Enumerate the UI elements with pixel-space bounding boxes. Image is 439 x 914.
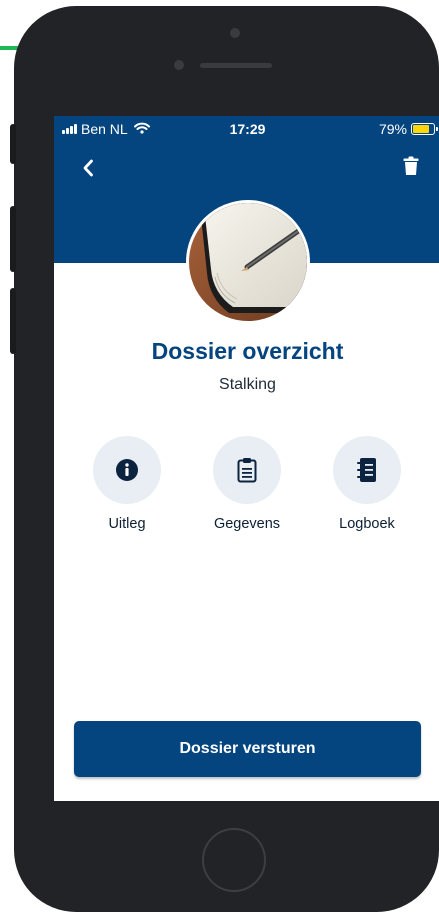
send-dossier-button[interactable]: Dossier versturen bbox=[74, 721, 421, 777]
delete-button[interactable] bbox=[401, 154, 421, 178]
battery-group: 79% bbox=[378, 121, 438, 137]
dossier-avatar bbox=[186, 200, 310, 324]
volume-up-button bbox=[10, 206, 16, 272]
home-button[interactable] bbox=[202, 828, 266, 892]
dossier-type: Stalking bbox=[219, 376, 276, 393]
front-camera bbox=[230, 28, 240, 38]
uitleg-button[interactable]: Uitleg bbox=[67, 436, 187, 532]
earpiece-speaker bbox=[200, 63, 272, 68]
volume-down-button bbox=[10, 288, 16, 354]
battery-percentage: 79% bbox=[378, 121, 407, 137]
logboek-icon-circle bbox=[333, 436, 401, 504]
notebook-icon bbox=[357, 458, 376, 482]
phone-frame: Ben NL 17:29 79% Dossier overzicht Stalk… bbox=[10, 6, 439, 912]
trash-icon bbox=[403, 156, 419, 175]
proximity-sensor bbox=[174, 60, 184, 70]
gegevens-button[interactable]: Gegevens bbox=[187, 436, 307, 532]
logboek-label: Logboek bbox=[339, 516, 395, 532]
info-icon bbox=[116, 459, 138, 481]
app-screen: Ben NL 17:29 79% Dossier overzicht Stalk… bbox=[54, 116, 439, 801]
uitleg-icon-circle bbox=[93, 436, 161, 504]
uitleg-label: Uitleg bbox=[108, 516, 146, 532]
notebook-pencil-image bbox=[189, 203, 307, 321]
logboek-button[interactable]: Logboek bbox=[307, 436, 427, 532]
page-title: Dossier overzicht bbox=[151, 338, 344, 364]
gegevens-icon-circle bbox=[213, 436, 281, 504]
clipboard-icon bbox=[237, 458, 257, 483]
status-bar: Ben NL 17:29 79% bbox=[54, 116, 439, 142]
back-button[interactable] bbox=[78, 156, 98, 180]
gegevens-label: Gegevens bbox=[213, 516, 281, 532]
chevron-left-icon bbox=[83, 159, 93, 177]
mute-switch bbox=[10, 124, 16, 164]
battery-icon bbox=[411, 123, 438, 135]
